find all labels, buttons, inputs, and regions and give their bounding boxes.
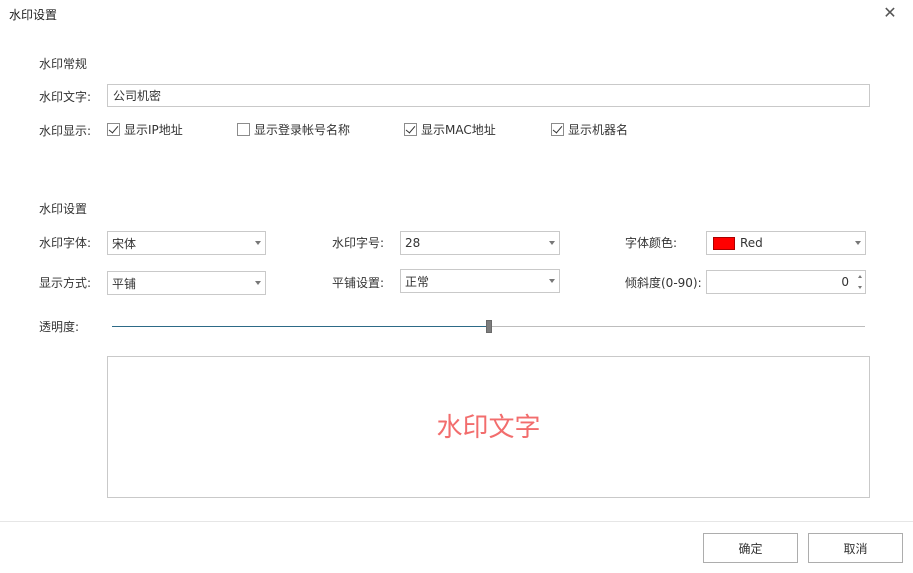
preview-watermark-text: 水印文字 <box>436 413 541 443</box>
opacity-label: 透明度: <box>39 320 80 334</box>
spin-up-icon[interactable] <box>855 271 865 282</box>
tile-setting-select[interactable]: 正常 <box>400 269 560 293</box>
checkbox-show-mac[interactable]: 显示MAC地址 <box>404 121 496 138</box>
checkbox-label: 显示登录帐号名称 <box>254 123 351 137</box>
display-mode-select[interactable]: 平铺 <box>107 271 266 295</box>
general-section-title: 水印常规 <box>39 57 88 71</box>
tile-setting-select-value: 正常 <box>405 274 430 289</box>
checkbox-label: 显示IP地址 <box>124 123 183 137</box>
font-color-select-value: Red <box>711 236 851 250</box>
tilt-spinbox[interactable]: 0 <box>706 270 866 294</box>
spin-down-icon[interactable] <box>855 282 865 293</box>
checkbox-box[interactable] <box>237 123 250 136</box>
watermark-text-label: 水印文字: <box>39 90 92 104</box>
watermark-text-input[interactable] <box>107 84 870 107</box>
display-mode-select-value: 平铺 <box>112 276 137 291</box>
checkbox-box[interactable] <box>551 123 564 136</box>
checkbox-show-ip[interactable]: 显示IP地址 <box>107 121 183 138</box>
checkbox-label: 显示机器名 <box>568 123 629 137</box>
watermark-preview: 水印文字 <box>107 356 870 498</box>
color-swatch <box>713 236 735 250</box>
font-size-select[interactable]: 28 <box>400 231 560 255</box>
tilt-value: 0 <box>841 275 849 289</box>
opacity-slider-fill <box>112 326 489 327</box>
font-color-label: 字体颜色: <box>625 236 678 250</box>
font-label: 水印字体: <box>39 236 92 250</box>
tilt-label: 倾斜度(0-90): <box>625 276 702 290</box>
chevron-down-icon[interactable] <box>851 232 865 254</box>
chevron-down-icon[interactable] <box>251 272 265 294</box>
font-select-value: 宋体 <box>112 236 137 251</box>
settings-section-title: 水印设置 <box>39 202 88 216</box>
checkbox-box[interactable] <box>107 123 120 136</box>
checkbox-label: 显示MAC地址 <box>421 123 496 137</box>
font-size-label: 水印字号: <box>332 236 385 250</box>
cancel-button[interactable]: 取消 <box>808 533 903 563</box>
tile-setting-label: 平铺设置: <box>332 276 385 290</box>
ok-button[interactable]: 确定 <box>703 533 798 563</box>
checkbox-box[interactable] <box>404 123 417 136</box>
close-icon[interactable]: ✕ <box>881 4 899 22</box>
color-name: Red <box>740 236 763 250</box>
watermark-display-label: 水印显示: <box>39 124 92 138</box>
display-mode-label: 显示方式: <box>39 276 92 290</box>
font-color-select[interactable]: Red <box>706 231 866 255</box>
checkbox-show-account[interactable]: 显示登录帐号名称 <box>237 121 350 138</box>
footer-divider <box>0 521 913 522</box>
font-select[interactable]: 宋体 <box>107 231 266 255</box>
chevron-down-icon[interactable] <box>545 232 559 254</box>
chevron-down-icon[interactable] <box>545 270 559 292</box>
checkbox-show-machine[interactable]: 显示机器名 <box>551 121 628 138</box>
dialog-title: 水印设置 <box>9 8 58 22</box>
font-size-select-value: 28 <box>405 236 421 250</box>
chevron-down-icon[interactable] <box>251 232 265 254</box>
opacity-slider-handle[interactable] <box>486 320 492 333</box>
